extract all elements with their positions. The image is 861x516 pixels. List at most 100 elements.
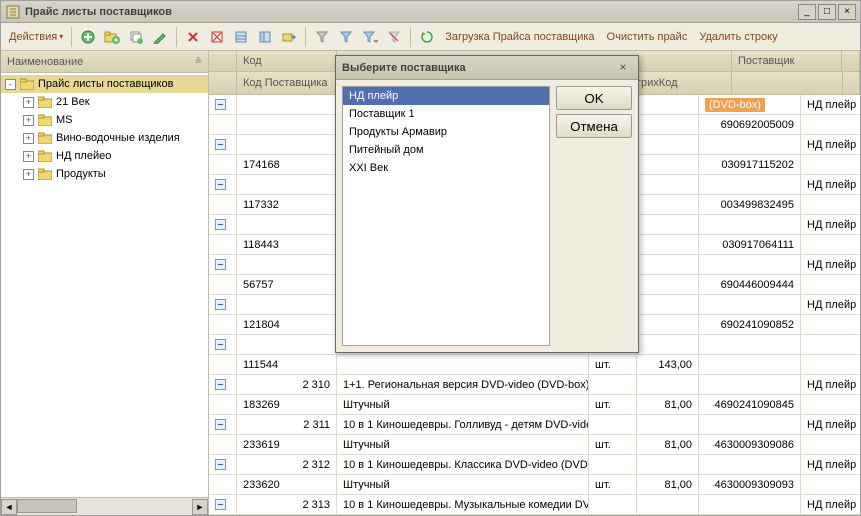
expand-icon[interactable]: + xyxy=(23,97,34,108)
col-barcode[interactable]: трихКод xyxy=(630,72,732,94)
cell-kodp xyxy=(237,135,337,154)
cell-blank xyxy=(209,195,237,214)
cell-barcode: 4630009309093 xyxy=(699,475,801,494)
cancel-button[interactable]: Отмена xyxy=(556,114,632,138)
row-expander[interactable] xyxy=(209,255,237,274)
table-row[interactable]: 183269Штучныйшт.81,004690241090845 xyxy=(209,395,860,415)
row-expander[interactable] xyxy=(209,215,237,234)
table-row[interactable]: 2 31110 в 1 Киношедевры. Голливуд - детя… xyxy=(209,415,860,435)
table-row[interactable]: 2 31310 в 1 Киношедевры. Музыкальные ком… xyxy=(209,495,860,515)
list-icon[interactable] xyxy=(231,27,251,47)
close-button[interactable]: × xyxy=(838,4,856,20)
cell-price xyxy=(637,195,699,214)
load-price-link[interactable]: Загрузка Прайса поставщика xyxy=(441,29,598,45)
col-supplier[interactable]: Поставщик xyxy=(732,51,842,71)
clear-price-link[interactable]: Очистить прайс xyxy=(603,29,692,45)
table-row[interactable]: 111544шт.143,00 xyxy=(209,355,860,375)
cell-blank xyxy=(209,475,237,494)
move-icon[interactable] xyxy=(279,27,299,47)
row-expander[interactable] xyxy=(209,455,237,474)
add-folder-icon[interactable] xyxy=(102,27,122,47)
col-kodp[interactable]: Код Поставщика xyxy=(237,72,337,94)
actions-menu[interactable]: Действия xyxy=(7,29,65,45)
list-item[interactable]: Продукты Армавир xyxy=(343,123,549,141)
filter-icon[interactable] xyxy=(312,27,332,47)
expand-icon[interactable]: + xyxy=(23,151,34,162)
expand-icon[interactable]: + xyxy=(23,169,34,180)
tree-item[interactable]: +MS xyxy=(1,111,208,129)
tree[interactable]: -Прайс листы поставщиков+21 Век+MS+Вино-… xyxy=(1,73,208,497)
mark-delete-icon[interactable] xyxy=(207,27,227,47)
cell-supplier-bot xyxy=(801,315,860,334)
row-expander[interactable] xyxy=(209,135,237,154)
cell-blank xyxy=(209,115,237,134)
row-expander[interactable] xyxy=(209,95,237,114)
list-item[interactable]: XXI Век xyxy=(343,159,549,177)
row-expander[interactable] xyxy=(209,295,237,314)
cell-unit: шт. xyxy=(589,395,637,414)
col-scroll xyxy=(842,51,860,71)
row-expander[interactable] xyxy=(209,335,237,354)
cell-supplier: НД плейр xyxy=(801,215,860,234)
expand-icon[interactable]: + xyxy=(23,115,34,126)
cell-blank xyxy=(209,235,237,254)
col-expander[interactable] xyxy=(209,51,237,71)
tree-item[interactable]: + НД плейео xyxy=(1,147,208,165)
delete-icon[interactable] xyxy=(183,27,203,47)
col-expander-sub[interactable] xyxy=(209,72,237,94)
scroll-left-button[interactable]: ◄ xyxy=(1,499,17,515)
col-supplier-sub[interactable] xyxy=(732,72,842,94)
hierarchy-icon[interactable] xyxy=(255,27,275,47)
row-expander[interactable] xyxy=(209,495,237,514)
tree-header[interactable]: Наименование ≙ xyxy=(1,51,208,73)
tree-item[interactable]: +Вино-водочные изделия xyxy=(1,129,208,147)
cell-bar-top xyxy=(699,455,801,474)
cell-unit-top xyxy=(589,495,637,514)
row-expander[interactable] xyxy=(209,175,237,194)
scroll-right-button[interactable]: ► xyxy=(192,499,208,515)
cell-price-top xyxy=(637,415,699,434)
toolbar: Действия Загрузка Прайса поставщика Очис… xyxy=(1,23,860,51)
copy-icon[interactable] xyxy=(126,27,146,47)
edit-icon[interactable] xyxy=(150,27,170,47)
cell-kodp xyxy=(237,295,337,314)
tree-item[interactable]: +21 Век xyxy=(1,93,208,111)
filter-dropdown-icon[interactable] xyxy=(360,27,380,47)
tree-item[interactable]: -Прайс листы поставщиков xyxy=(1,75,208,93)
filter-set-icon[interactable] xyxy=(336,27,356,47)
cell-kodp: 2 312 xyxy=(237,455,337,474)
cell-supplier: НД плейр xyxy=(801,375,860,394)
row-expander[interactable] xyxy=(209,375,237,394)
tree-item[interactable]: +Продукты xyxy=(1,165,208,183)
list-item[interactable]: Питейный дом xyxy=(343,141,549,159)
cell-kod: 56757 xyxy=(237,275,337,294)
add-icon[interactable] xyxy=(78,27,98,47)
ok-button[interactable]: OK xyxy=(556,86,632,110)
cell-price-top xyxy=(637,295,699,314)
minimize-button[interactable]: _ xyxy=(798,4,816,20)
refresh-icon[interactable] xyxy=(417,27,437,47)
expand-icon[interactable]: + xyxy=(23,133,34,144)
cell-name-bot xyxy=(337,355,589,374)
table-row[interactable]: 2 3101+1. Региональная версия DVD-video … xyxy=(209,375,860,395)
supplier-list[interactable]: НД плейрПоставщик 1Продукты АрмавирПитей… xyxy=(342,86,550,346)
delete-row-link[interactable]: Удалить строку xyxy=(695,29,781,45)
scroll-thumb[interactable] xyxy=(17,499,77,513)
tree-hscroll[interactable]: ◄ ► xyxy=(1,497,208,515)
scroll-track[interactable] xyxy=(17,499,192,515)
cell-supplier-bot xyxy=(801,115,860,134)
table-row[interactable]: 233619Штучныйшт.81,004630009309086 xyxy=(209,435,860,455)
row-expander[interactable] xyxy=(209,415,237,434)
collapse-icon[interactable]: - xyxy=(5,79,16,90)
table-row[interactable]: 2 31210 в 1 Киношедевры. Классика DVD-vi… xyxy=(209,455,860,475)
filter-off-icon[interactable] xyxy=(384,27,404,47)
modal-close-button[interactable]: × xyxy=(614,59,632,77)
list-item[interactable]: НД плейр xyxy=(343,87,549,105)
table-row[interactable]: 233620Штучныйшт.81,004630009309093 xyxy=(209,475,860,495)
list-item[interactable]: Поставщик 1 xyxy=(343,105,549,123)
maximize-button[interactable]: □ xyxy=(818,4,836,20)
cell-unit-top xyxy=(589,455,637,474)
cell-supplier-bot xyxy=(801,275,860,294)
col-kod[interactable]: Код xyxy=(237,51,337,71)
tree-item-label: НД плейео xyxy=(56,150,111,162)
